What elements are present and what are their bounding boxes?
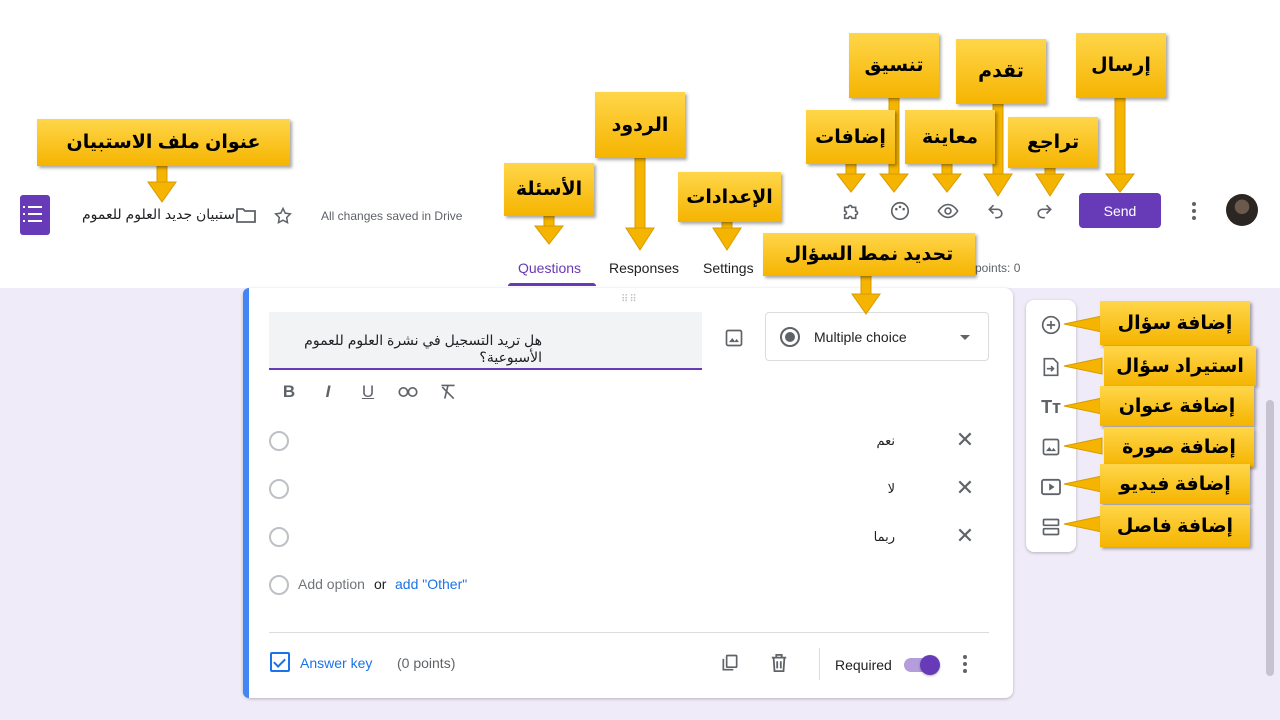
callout-question-type: تحديد نمط السؤال bbox=[763, 233, 975, 276]
callout-add-title: إضافة عنوان bbox=[1100, 386, 1254, 426]
callout-send: إرسال bbox=[1076, 33, 1166, 98]
callout-add-section: إضافة فاصل bbox=[1100, 505, 1250, 547]
callout-format: تنسيق bbox=[849, 33, 939, 98]
callout-add-image: إضافة صورة bbox=[1104, 427, 1254, 467]
callout-addons: إضافات bbox=[806, 110, 895, 164]
callout-questions: الأسئلة bbox=[504, 163, 594, 216]
callout-form-title: عنوان ملف الاستبيان bbox=[37, 119, 290, 166]
callout-settings: الإعدادات bbox=[678, 172, 781, 222]
callout-preview: معاينة bbox=[905, 110, 995, 164]
callout-responses: الردود bbox=[595, 92, 685, 158]
callout-undo: تراجع bbox=[1008, 117, 1098, 168]
callout-forward: تقدم bbox=[956, 39, 1046, 104]
callout-import-question: استيراد سؤال bbox=[1104, 346, 1256, 386]
callout-add-video: إضافة فيديو bbox=[1100, 464, 1250, 504]
callout-add-question: إضافة سؤال bbox=[1100, 301, 1250, 345]
